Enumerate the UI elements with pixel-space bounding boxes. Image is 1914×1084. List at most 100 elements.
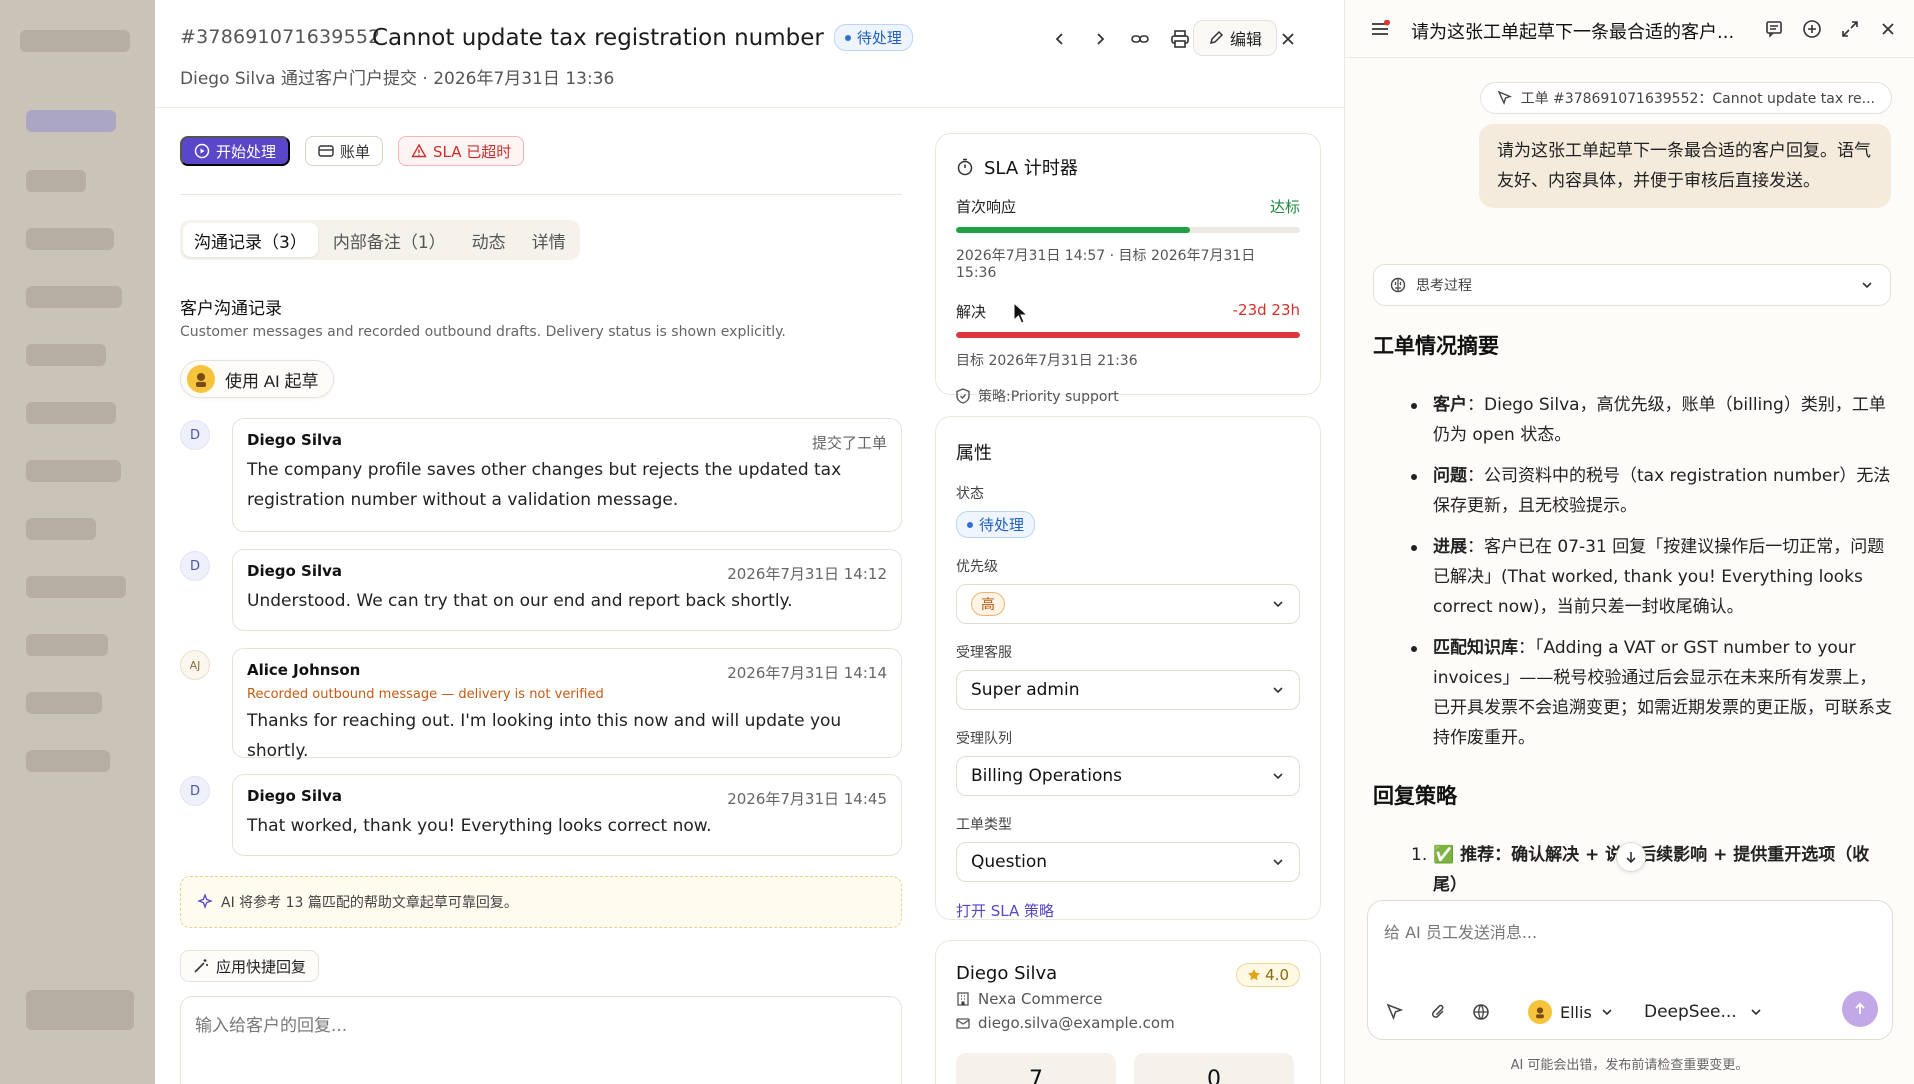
tab-details[interactable]: 详情 (521, 223, 577, 257)
message-bubble: Diego Silva 提交了工单 The company profile sa… (232, 418, 902, 532)
edit-button[interactable]: 编辑 (1193, 20, 1278, 56)
divider (180, 194, 902, 195)
ticket-context-chip[interactable]: 工单 #378691071639552：Cannot update tax re… (1479, 82, 1892, 114)
sla-title-text: SLA 计时器 (984, 158, 1078, 179)
chevron-right-icon[interactable] (1085, 24, 1115, 54)
link-icon[interactable] (1125, 24, 1155, 54)
billing-button[interactable]: 账单 (305, 136, 384, 166)
chat-title: 请为这张工单起草下一条最合适的客户... (1411, 22, 1735, 43)
delivery-note: Recorded outbound message — delivery is … (247, 687, 604, 702)
chat-history-icon[interactable] (1761, 16, 1787, 42)
start-processing-button[interactable]: 开始处理 (180, 136, 291, 166)
billing-label: 账单 (340, 143, 371, 161)
list-number: 1. (1411, 845, 1428, 865)
ticket-id: #378691071639552 (180, 26, 381, 48)
tab-activity[interactable]: 动态 (461, 223, 517, 257)
status-value-badge[interactable]: 待处理 (956, 511, 1036, 538)
brain-icon (1390, 277, 1406, 293)
globe-icon[interactable] (1468, 999, 1494, 1025)
new-chat-icon[interactable] (1799, 16, 1825, 42)
attachment-icon[interactable] (1426, 999, 1452, 1025)
chevron-down-icon (1862, 282, 1872, 289)
expand-icon[interactable] (1837, 16, 1863, 42)
queue-label: 受理队列 (956, 731, 1012, 747)
model-selector[interactable]: DeepSee... (1644, 997, 1763, 1027)
chevron-down-icon (1273, 859, 1283, 866)
chat-input[interactable]: 给 AI 员工发送消息... (1384, 919, 1537, 943)
assignee-select[interactable]: Super admin (956, 670, 1300, 710)
message-item: D Diego Silva 2026年7月31日 14:12 Understoo… (180, 549, 902, 631)
agent-name: Ellis (1560, 1002, 1592, 1022)
play-circle-icon (194, 143, 210, 159)
message-time: 2026年7月31日 14:12 (727, 565, 887, 583)
mouse-cursor-icon (1013, 302, 1029, 324)
list-item: 问题：公司资料中的税号（tax registration number）无法保存… (1373, 461, 1893, 521)
context-chip-text: 工单 #378691071639552：Cannot update tax re… (1520, 91, 1875, 107)
ticket-panel: #378691071639552 Cannot update tax regis… (155, 0, 1345, 1084)
menu-icon[interactable] (1367, 16, 1393, 42)
type-label: 工单类型 (956, 817, 1012, 833)
ai-disclaimer: AI 可能会出错，发布前请检查重要变更。 (1510, 1058, 1749, 1073)
agent-selector[interactable]: Ellis (1528, 997, 1614, 1027)
ticket-main: 开始处理 账单 SLA 已超时 沟通记录（3） 内部备注（1） 动态 详情 客户… (180, 108, 902, 1084)
type-select[interactable]: Question (956, 842, 1300, 882)
avatar: AJ (180, 650, 210, 680)
chevron-left-icon[interactable] (1045, 24, 1075, 54)
ticket-tabs: 沟通记录（3） 内部备注（1） 动态 详情 (180, 220, 580, 260)
open-sla-policy-link[interactable]: 打开 SLA 策略 (956, 900, 1300, 921)
close-icon[interactable] (1273, 24, 1303, 54)
resolution-meta: 目标 2026年7月31日 21:36 (956, 353, 1138, 369)
arrow-up-icon (1855, 1002, 1865, 1014)
ai-hint-banner: AI 将参考 13 篇匹配的帮助文章起草可靠回复。 (180, 876, 902, 928)
send-button[interactable] (1842, 991, 1878, 1027)
sla-breached-badge: SLA 已超时 (398, 136, 525, 166)
ai-draft-button[interactable]: 使用 AI 起草 (180, 360, 334, 398)
message-time: 2026年7月31日 14:45 (727, 790, 887, 808)
summary-list: 客户：Diego Silva，高优先级，账单（billing）类别，工单仍为 o… (1373, 390, 1893, 764)
message-text: Thanks for reaching out. I'm looking int… (247, 711, 842, 761)
ai-avatar-icon (187, 365, 215, 393)
pencil-icon (1209, 30, 1224, 45)
chevron-down-icon (1602, 1009, 1612, 1016)
list-item-text: ：公司资料中的税号（tax registration number）无法保存更新… (1433, 466, 1891, 516)
chevron-down-icon (1273, 601, 1283, 608)
attributes-card: 属性 状态 待处理 优先级 高 受理客服 Super admin 受理队列 Bi… (935, 416, 1321, 920)
message-time: 2026年7月31日 14:14 (727, 664, 887, 682)
building-icon (957, 992, 969, 1006)
start-processing-label: 开始处理 (216, 143, 277, 161)
tab-communications[interactable]: 沟通记录（3） (183, 223, 318, 257)
warning-icon (411, 143, 427, 158)
close-icon[interactable] (1875, 16, 1901, 42)
list-item-text: ：Diego Silva，高优先级，账单（billing）类别，工单仍为 ope… (1433, 395, 1886, 445)
section-title: 客户沟通记录 (180, 299, 282, 319)
quick-reply-label: 应用快捷回复 (216, 958, 307, 976)
queue-select[interactable]: Billing Operations (956, 756, 1300, 796)
status-value: 待处理 (979, 516, 1025, 534)
customer-card: Diego Silva 4.0 Nexa Commerce diego.silv… (935, 940, 1321, 1084)
pointer-icon[interactable] (1382, 999, 1408, 1025)
ai-hint-text: AI 将参考 13 篇匹配的帮助文章起草可靠回复。 (221, 895, 518, 911)
type-value: Question (971, 852, 1048, 872)
chat-composer: 给 AI 员工发送消息... Ellis DeepSee... (1367, 900, 1893, 1040)
model-name: DeepSee... (1644, 1002, 1737, 1022)
priority-select[interactable]: 高 (956, 584, 1300, 624)
avatar: D (180, 776, 210, 806)
message-text: That worked, thank you! Everything looks… (247, 816, 712, 836)
reply-input[interactable]: 输入给客户的回复... (180, 996, 902, 1084)
first-response-meta: 2026年7月31日 14:57 · 目标 2026年7月31日 15:36 (956, 248, 1256, 281)
message-item: D Diego Silva 提交了工单 The company profile … (180, 418, 902, 532)
list-item-key: 匹配知识库 (1433, 638, 1518, 658)
customer-email-text[interactable]: diego.silva@example.com (978, 1014, 1175, 1032)
scroll-down-button[interactable] (1616, 842, 1646, 872)
sla-timer-card: SLA 计时器 首次响应 达标 2026年7月31日 14:57 · 目标 20… (935, 133, 1321, 405)
message-text: Understood. We can try that on our end a… (247, 591, 793, 611)
quick-reply-button[interactable]: 应用快捷回复 (180, 950, 320, 982)
tab-internal-notes[interactable]: 内部备注（1） (322, 223, 457, 257)
ai-draft-label: 使用 AI 起草 (225, 371, 319, 391)
avatar: D (180, 420, 210, 450)
customer-company: Nexa Commerce (956, 990, 1300, 1008)
thinking-toggle[interactable]: 思考过程 (1373, 264, 1891, 306)
message-bubble: Alice Johnson 2026年7月31日 14:14 Recorded … (232, 648, 902, 761)
status-label: 状态 (956, 486, 984, 502)
print-icon[interactable] (1165, 24, 1195, 54)
